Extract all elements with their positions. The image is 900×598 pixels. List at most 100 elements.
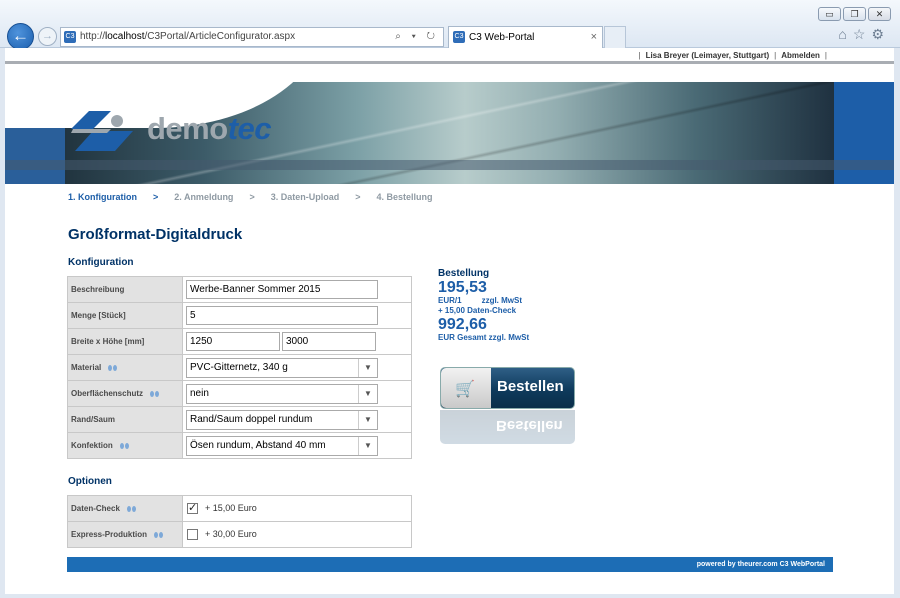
home-icon[interactable]: ⌂ <box>838 26 852 42</box>
address-bar[interactable]: C3 http://localhost/C3Portal/ArticleConf… <box>60 27 444 47</box>
web-page: | Lisa Breyer (Leimayer, Stuttgart) | Abmel… <box>5 48 894 594</box>
info-icon[interactable] <box>149 390 160 398</box>
table-row: Oberflächenschutz nein ▼ <box>67 380 412 407</box>
url-path: /C3Portal/ArticleConfigurator.aspx <box>144 31 296 42</box>
unit-tax: zzgl. MwSt <box>481 296 523 305</box>
description-input[interactable]: Werbe-Banner Sommer 2015 <box>186 280 378 299</box>
surface-protection-select[interactable]: nein ▼ <box>186 383 378 404</box>
table-row: Rand/Saum Rand/Saum doppel rundum ▼ <box>67 406 412 433</box>
info-icon[interactable] <box>153 531 164 539</box>
table-row: Breite x Höhe [mm] 1250 3000 <box>67 328 412 355</box>
info-icon[interactable] <box>126 505 137 513</box>
info-icon[interactable] <box>107 364 118 372</box>
shopping-cart-icon: 🛒 <box>455 381 475 398</box>
quantity-input[interactable]: 5 <box>186 306 378 325</box>
unit-price: 195,53 <box>438 279 487 296</box>
total-price: 992,66 <box>438 316 487 333</box>
demotec-logo-icon <box>71 111 133 151</box>
step-arrow: > <box>153 192 159 202</box>
edge-label: Rand/Saum <box>67 406 183 433</box>
options-table: Daten-Check ✓ + 15,00 Euro Express-Produk… <box>67 495 412 548</box>
order-summary: Bestellung 195,53 EUR/1 zzgl. MwSt + 15,0… <box>438 268 529 343</box>
maximize-icon[interactable]: ❐ <box>843 7 866 21</box>
browser-tab[interactable]: C3 C3 Web-Portal × <box>448 26 603 48</box>
configuration-heading: Konfiguration <box>68 257 134 268</box>
express-label: Express-Produktion <box>71 530 148 539</box>
finishing-value: Ösen rundum, Abstand 40 mm <box>190 439 326 451</box>
logout-link[interactable]: Abmelden <box>781 51 820 60</box>
options-heading: Optionen <box>68 476 112 487</box>
back-button[interactable]: ← <box>7 23 34 50</box>
step-login: 2. Anmeldung <box>174 192 234 202</box>
browser-chrome: ▭ ❐ ✕ ← → C3 http://localhost/C3Portal/A… <box>0 0 900 50</box>
step-order: 4. Bestellung <box>376 192 433 202</box>
surface-protection-label: Oberflächenschutz <box>71 389 144 398</box>
step-arrow: > <box>249 192 255 202</box>
table-row: Beschreibung Werbe-Banner Sommer 2015 <box>67 276 412 303</box>
page-title: Großformat-Digitaldruck <box>68 226 243 243</box>
tab-favicon-icon: C3 <box>453 31 465 43</box>
express-price: + 30,00 Euro <box>205 529 257 540</box>
material-label: Material <box>71 363 102 372</box>
quantity-label: Menge [Stück] <box>67 302 183 329</box>
surface-protection-value: nein <box>190 387 209 399</box>
chevron-down-icon[interactable]: ▼ <box>358 436 377 455</box>
info-icon[interactable] <box>119 442 130 450</box>
minimize-icon[interactable]: ▭ <box>818 7 841 21</box>
chevron-down-icon[interactable]: ▼ <box>358 384 377 403</box>
tab-title: C3 Web-Portal <box>469 32 535 43</box>
edge-value: Rand/Saum doppel rundum <box>190 413 313 425</box>
chevron-down-icon[interactable]: ▼ <box>358 358 377 377</box>
table-row: Daten-Check ✓ + 15,00 Euro <box>67 495 412 522</box>
step-arrow: > <box>355 192 361 202</box>
logo-text-demo: demo <box>147 111 228 146</box>
logo-text-tec: tec <box>227 111 272 146</box>
size-label: Breite x Höhe [mm] <box>67 328 183 355</box>
site-favicon-icon: C3 <box>64 31 76 43</box>
width-input[interactable]: 1250 <box>186 332 280 351</box>
configuration-table: Beschreibung Werbe-Banner Sommer 2015 Me… <box>67 276 412 459</box>
gear-icon[interactable]: ⚙ <box>871 26 890 42</box>
chevron-down-icon[interactable]: ▼ <box>358 410 377 429</box>
address-tools-icon[interactable]: ⌕ ▾ ↻ <box>395 28 439 46</box>
header-banner: demotec <box>5 78 894 184</box>
new-tab-button[interactable] <box>604 26 626 48</box>
footer-text: powered by theurer.com C3 WebPortal <box>696 561 825 568</box>
order-button[interactable]: 🛒 Bestellen <box>440 367 575 409</box>
url-host: localhost <box>105 31 145 42</box>
tab-close-icon[interactable]: × <box>591 27 597 48</box>
window-close-icon[interactable]: ✕ <box>868 7 891 21</box>
step-data-upload: 3. Daten-Upload <box>270 192 340 202</box>
table-row: Material PVC-Gitternetz, 340 g ▼ <box>67 354 412 381</box>
datacheck-price: + 15,00 Euro <box>205 503 257 514</box>
user-name: Lisa Breyer (Leimayer, Stuttgart) <box>645 51 770 60</box>
favorites-star-icon[interactable]: ☆ <box>853 26 872 42</box>
forward-button[interactable]: → <box>38 27 57 46</box>
footer-bar: powered by theurer.com C3 WebPortal <box>67 557 833 572</box>
material-select[interactable]: PVC-Gitternetz, 340 g ▼ <box>186 357 378 378</box>
material-value: PVC-Gitternetz, 340 g <box>190 361 288 373</box>
table-row: Express-Produktion + 30,00 Euro <box>67 521 412 548</box>
url-prefix: http:// <box>80 31 106 42</box>
datacheck-checkbox[interactable]: ✓ <box>187 502 198 514</box>
total-label: EUR Gesamt zzgl. MwSt <box>438 333 530 342</box>
user-bar: | Lisa Breyer (Leimayer, Stuttgart) | Abmel… <box>5 48 894 64</box>
datacheck-label: Daten-Check <box>71 504 120 513</box>
finishing-select[interactable]: Ösen rundum, Abstand 40 mm ▼ <box>186 435 378 456</box>
express-checkbox[interactable] <box>187 528 198 540</box>
table-row: Konfektion Ösen rundum, Abstand 40 mm ▼ <box>67 432 412 459</box>
order-button-label: Bestellen <box>497 378 564 395</box>
order-heading: Bestellung <box>438 268 490 279</box>
step-configuration[interactable]: 1. Konfiguration <box>68 192 137 202</box>
description-label: Beschreibung <box>67 276 183 303</box>
finishing-label: Konfektion <box>71 441 113 450</box>
wizard-steps: 1. Konfiguration >2. Anmeldung >3. Daten-U… <box>68 192 433 202</box>
unit-label: EUR/1 <box>438 296 462 305</box>
order-button-reflection-label: Bestellen <box>496 417 563 434</box>
edge-select[interactable]: Rand/Saum doppel rundum ▼ <box>186 409 378 430</box>
browser-tools: ⌂☆⚙ <box>838 26 890 43</box>
height-input[interactable]: 3000 <box>282 332 376 351</box>
datacheck-surcharge: + 15,00 Daten-Check <box>438 306 517 315</box>
order-button-reflection: Bestellen <box>440 410 575 444</box>
table-row: Menge [Stück] 5 <box>67 302 412 329</box>
